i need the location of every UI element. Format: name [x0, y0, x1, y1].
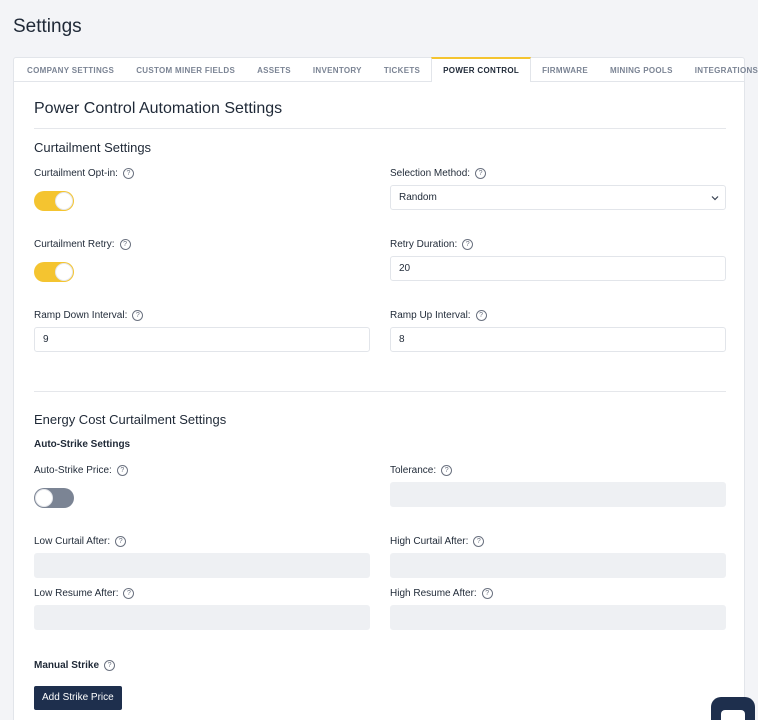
help-circle-icon[interactable]: ?	[123, 588, 135, 599]
help-circle-icon[interactable]: ?	[473, 536, 485, 547]
curtailment-heading: Curtailment Settings	[34, 140, 152, 155]
help-circle-icon[interactable]: ?	[116, 465, 128, 476]
retry-duration-label: Retry Duration: ?	[390, 239, 474, 250]
tab-custom-miner-fields[interactable]: CUSTOM MINER FIELDS	[125, 58, 246, 82]
divider	[34, 128, 726, 129]
help-circle-icon[interactable]: ?	[475, 310, 487, 321]
ramp-down-interval-label: Ramp Down Interval: ?	[34, 310, 144, 321]
tab-inventory[interactable]: INVENTORY	[302, 58, 373, 82]
help-circle-icon[interactable]: ?	[441, 465, 453, 476]
manual-strike-heading: Manual Strike ?	[34, 660, 116, 671]
tab-assets[interactable]: ASSETS	[246, 58, 302, 82]
tab-power-control[interactable]: POWER CONTROL	[431, 57, 532, 82]
high-curtail-after-input[interactable]	[390, 553, 726, 578]
tab-firmware[interactable]: FIRMWARE	[531, 58, 599, 82]
add-strike-price-button[interactable]: Add Strike Price	[34, 686, 122, 710]
tab-tickets[interactable]: TICKETS	[373, 58, 431, 82]
low-curtail-after-label: Low Curtail After: ?	[34, 536, 127, 547]
chat-icon	[721, 710, 745, 720]
auto-strike-price-label: Auto-Strike Price: ?	[34, 465, 128, 476]
help-circle-icon[interactable]: ?	[462, 239, 474, 250]
low-resume-after-input[interactable]	[34, 605, 370, 630]
low-resume-after-label: Low Resume After: ?	[34, 588, 135, 599]
selection-method-select[interactable]: Random	[390, 185, 726, 210]
help-circle-icon[interactable]: ?	[119, 239, 131, 250]
chat-launcher-button[interactable]	[711, 697, 755, 720]
help-circle-icon[interactable]: ?	[475, 168, 487, 179]
curtailment-retry-toggle[interactable]	[34, 262, 74, 282]
selection-method-label: Selection Method: ?	[390, 168, 487, 179]
curtailment-retry-label: Curtailment Retry: ?	[34, 239, 131, 250]
tolerance-label: Tolerance: ?	[390, 465, 453, 476]
ramp-up-interval-label: Ramp Up Interval: ?	[390, 310, 487, 321]
help-circle-icon[interactable]: ?	[132, 310, 144, 321]
tab-company-settings[interactable]: COMPANY SETTINGS	[14, 58, 125, 82]
auto-strike-heading: Auto-Strike Settings	[34, 439, 131, 450]
high-resume-after-label: High Resume After: ?	[390, 588, 493, 599]
tab-integrations[interactable]: INTEGRATIONS	[684, 58, 758, 82]
low-curtail-after-input[interactable]	[34, 553, 370, 578]
curtailment-opt-in-label: Curtailment Opt-in: ?	[34, 168, 134, 179]
ramp-down-interval-input[interactable]: 9	[34, 327, 370, 352]
help-circle-icon[interactable]: ?	[115, 536, 127, 547]
tab-mining-pools[interactable]: MINING POOLS	[599, 58, 684, 82]
help-circle-icon[interactable]: ?	[122, 168, 134, 179]
retry-duration-input[interactable]: 20	[390, 256, 726, 281]
help-circle-icon[interactable]: ?	[481, 588, 493, 599]
section-title: Power Control Automation Settings	[34, 100, 283, 117]
toggle-knob	[55, 263, 73, 281]
page-title: Settings	[13, 16, 82, 37]
divider	[34, 391, 726, 392]
toggle-knob	[55, 192, 73, 210]
help-circle-icon[interactable]: ?	[104, 660, 116, 671]
ramp-up-interval-input[interactable]: 8	[390, 327, 726, 352]
chevron-down-icon	[711, 196, 719, 201]
tab-bar: COMPANY SETTINGS CUSTOM MINER FIELDS ASS…	[14, 57, 758, 82]
high-resume-after-input[interactable]	[390, 605, 726, 630]
curtailment-opt-in-toggle[interactable]	[34, 191, 74, 211]
toggle-knob	[35, 489, 53, 507]
tolerance-input[interactable]	[390, 482, 726, 507]
settings-card: COMPANY SETTINGS CUSTOM MINER FIELDS ASS…	[13, 57, 758, 720]
energy-cost-heading: Energy Cost Curtailment Settings	[34, 412, 227, 427]
auto-strike-price-toggle[interactable]	[34, 488, 74, 508]
high-curtail-after-label: High Curtail After: ?	[390, 536, 485, 547]
